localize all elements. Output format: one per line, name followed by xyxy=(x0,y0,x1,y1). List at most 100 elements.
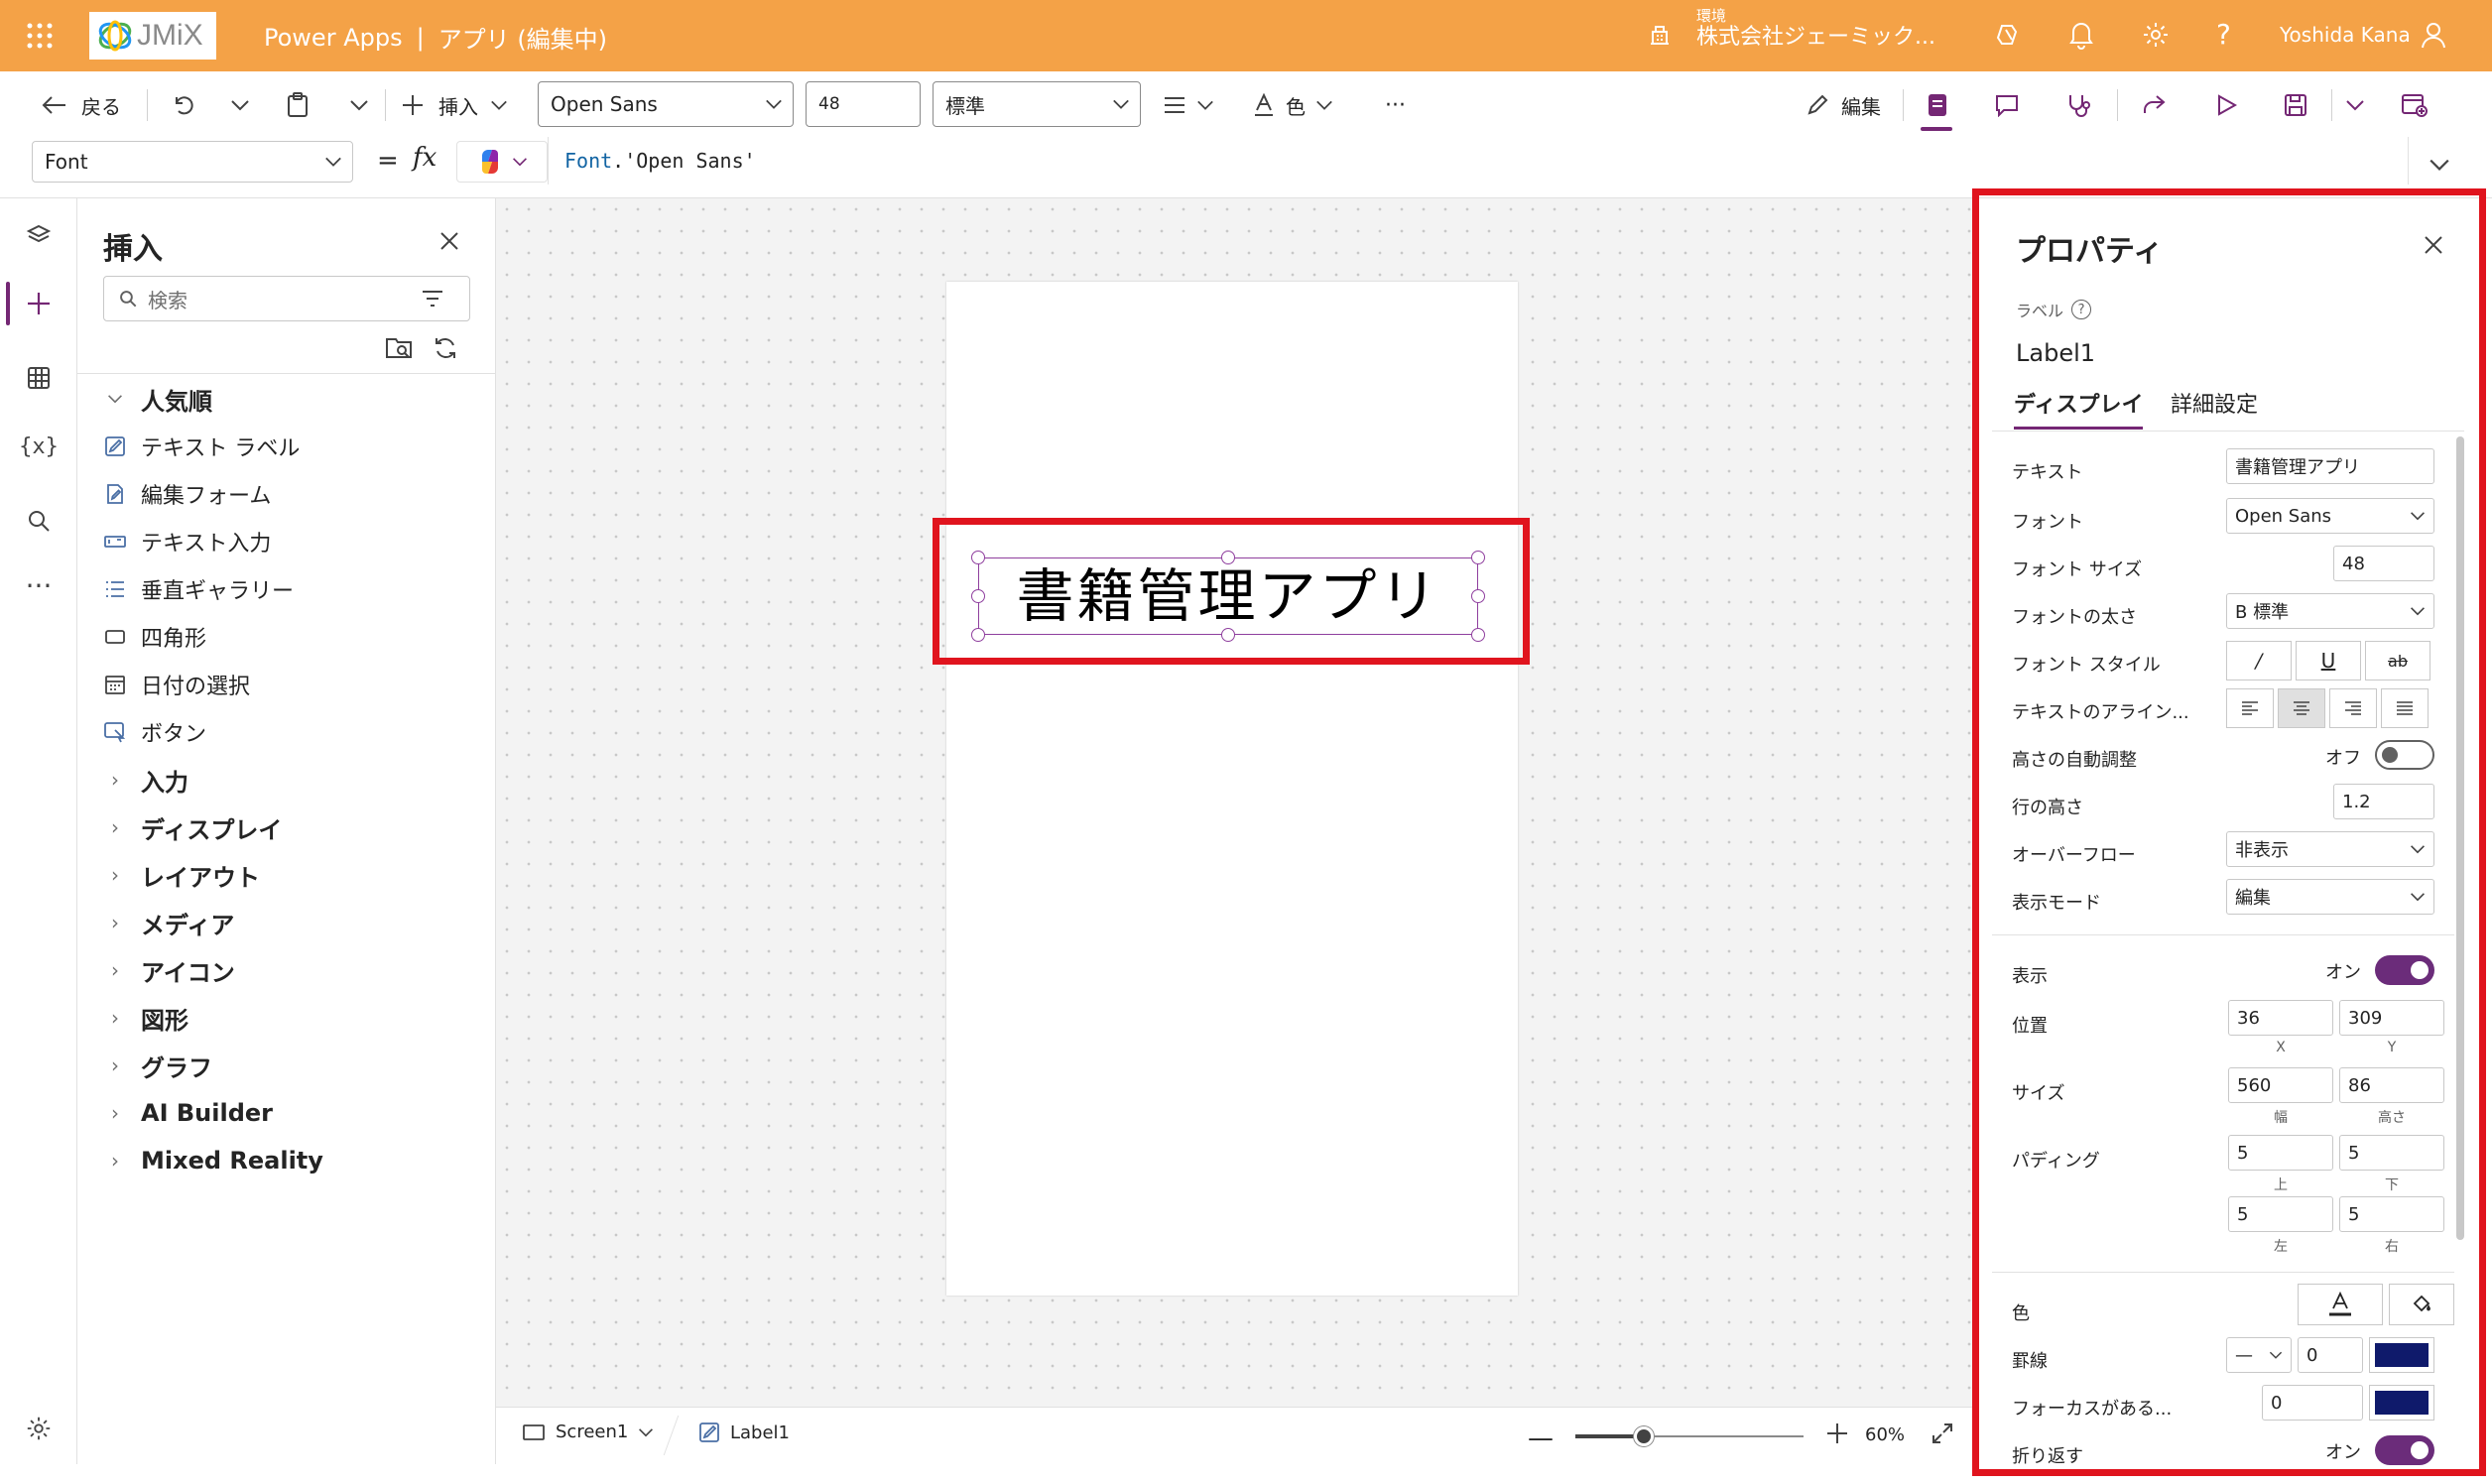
zoom-in-button[interactable] xyxy=(1825,1422,1849,1449)
category-charts[interactable]: › グラフ xyxy=(101,1048,212,1083)
more-icon[interactable]: ··· xyxy=(0,569,77,602)
padding-top-input[interactable]: 5 xyxy=(2228,1135,2333,1171)
resize-handle[interactable] xyxy=(1471,628,1485,642)
fill-color-button[interactable] xyxy=(2389,1284,2454,1325)
font-weight-dropdown[interactable]: 標準 xyxy=(933,81,1141,127)
filter-icon[interactable] xyxy=(422,290,443,308)
save-menu-chevron-icon[interactable] xyxy=(2345,85,2365,125)
app-launcher-icon[interactable] xyxy=(26,22,54,50)
resize-handle[interactable] xyxy=(1471,551,1485,564)
insert-item-date-picker[interactable]: 日付の選択 xyxy=(101,667,250,702)
font-dropdown[interactable]: Open Sans xyxy=(538,81,794,127)
paste-button[interactable] xyxy=(286,85,310,125)
undo-menu-chevron-icon[interactable] xyxy=(230,85,250,125)
zoom-out-button[interactable]: — xyxy=(1528,1425,1554,1451)
screen-breadcrumb[interactable]: Screen1 xyxy=(522,1422,654,1442)
border-width-input[interactable]: 0 xyxy=(2298,1337,2363,1373)
close-insert-panel-icon[interactable] xyxy=(438,230,460,256)
display-mode-dropdown[interactable]: 編集 xyxy=(2226,879,2434,915)
insert-item-text-input[interactable]: テキスト入力 xyxy=(101,524,271,559)
insert-item-button[interactable]: ボタン xyxy=(101,714,206,750)
font-property-dropdown[interactable]: Open Sans xyxy=(2226,498,2434,534)
border-color-swatch[interactable] xyxy=(2369,1337,2434,1373)
wrap-toggle[interactable] xyxy=(2375,1435,2434,1465)
category-ai-builder[interactable]: › AI Builder xyxy=(101,1095,273,1131)
auto-height-toggle[interactable] xyxy=(2375,740,2434,770)
category-shapes[interactable]: › 図形 xyxy=(101,1000,188,1036)
color-button[interactable]: 色 xyxy=(1252,85,1333,125)
padding-right-input[interactable]: 5 xyxy=(2339,1196,2444,1232)
more-commands-button[interactable]: ··· xyxy=(1385,85,1406,125)
tab-display[interactable]: ディスプレイ xyxy=(2014,387,2144,430)
category-icons[interactable]: › アイコン xyxy=(101,952,235,988)
height-input[interactable]: 86 xyxy=(2339,1067,2444,1103)
design-canvas[interactable]: 書籍管理アプリ xyxy=(496,198,1972,1407)
italic-button[interactable]: / xyxy=(2226,641,2292,680)
browse-folder-icon[interactable] xyxy=(385,335,413,365)
tab-advanced[interactable]: 詳細設定 xyxy=(2171,387,2258,419)
comments-button[interactable] xyxy=(1994,85,2020,125)
insert-plus-icon[interactable] xyxy=(0,290,77,317)
insert-item-edit-form[interactable]: 編集フォーム xyxy=(101,476,271,512)
settings-icon[interactable] xyxy=(2141,20,2171,54)
category-layout[interactable]: › レイアウト xyxy=(101,857,260,893)
font-size-input[interactable]: 48 xyxy=(806,81,921,127)
control-name-field[interactable]: Label1 xyxy=(2016,339,2095,367)
settings-gear-icon[interactable] xyxy=(0,1415,77,1442)
save-button[interactable] xyxy=(2284,85,2307,125)
strikethrough-button[interactable]: ab xyxy=(2365,641,2430,680)
popular-group-header[interactable]: 人気順 xyxy=(101,381,212,417)
user-avatar-icon[interactable] xyxy=(2419,20,2448,54)
width-input[interactable]: 560 xyxy=(2228,1067,2333,1103)
properties-scrollbar[interactable] xyxy=(2456,436,2464,1240)
preview-button[interactable] xyxy=(2214,85,2238,125)
expand-formula-chevron-icon[interactable] xyxy=(2429,157,2450,176)
formula-input[interactable]: Font .'Open Sans' xyxy=(548,137,2409,185)
data-table-icon[interactable] xyxy=(0,365,77,391)
category-mixed-reality[interactable]: › Mixed Reality xyxy=(101,1143,323,1178)
copilot-icon[interactable] xyxy=(1994,20,2024,54)
tree-view-icon[interactable] xyxy=(0,222,77,250)
close-properties-icon[interactable] xyxy=(2423,234,2444,260)
notifications-icon[interactable] xyxy=(2067,20,2095,54)
font-color-button[interactable] xyxy=(2298,1284,2383,1325)
resize-handle[interactable] xyxy=(971,551,985,564)
insert-item-vertical-gallery[interactable]: 垂直ギャラリー xyxy=(101,571,294,607)
share-button[interactable] xyxy=(2141,85,2167,125)
category-display[interactable]: › ディスプレイ xyxy=(101,809,282,845)
align-center-button[interactable] xyxy=(2278,688,2325,728)
label1-control[interactable]: 書籍管理アプリ xyxy=(978,557,1478,635)
user-name[interactable]: Yoshida Kana xyxy=(2280,23,2411,47)
search-icon[interactable] xyxy=(0,508,77,534)
insert-item-rectangle[interactable]: 四角形 xyxy=(101,619,206,655)
padding-bottom-input[interactable]: 5 xyxy=(2339,1135,2444,1171)
app-checker-button[interactable] xyxy=(1925,85,1950,125)
app-screen[interactable] xyxy=(946,282,1518,1296)
text-property-input[interactable]: 書籍管理アプリ xyxy=(2226,448,2434,484)
padding-left-input[interactable]: 5 xyxy=(2228,1196,2333,1232)
focus-border-color-swatch[interactable] xyxy=(2369,1385,2434,1421)
variables-icon[interactable]: {x} xyxy=(0,434,77,459)
edit-button[interactable]: 編集 xyxy=(1806,85,1881,125)
resize-handle[interactable] xyxy=(971,589,985,603)
insert-button[interactable]: 挿入 xyxy=(401,85,508,125)
help-icon[interactable]: ? xyxy=(2216,18,2231,51)
zoom-slider-thumb[interactable] xyxy=(1634,1426,1654,1446)
position-y-input[interactable]: 309 xyxy=(2339,1000,2444,1036)
align-justify-button[interactable] xyxy=(2381,688,2429,728)
back-button[interactable]: 戻る xyxy=(42,85,121,125)
category-media[interactable]: › メディア xyxy=(101,905,234,940)
line-height-input[interactable]: 1.2 xyxy=(2333,784,2434,819)
refresh-icon[interactable] xyxy=(433,335,458,365)
resize-handle[interactable] xyxy=(1471,589,1485,603)
environment-selector[interactable]: 環境 株式会社ジェーミック... xyxy=(1696,7,1935,51)
publish-button[interactable] xyxy=(2401,85,2429,125)
zoom-slider-track[interactable] xyxy=(1575,1426,1804,1446)
overflow-dropdown[interactable]: 非表示 xyxy=(2226,831,2434,867)
health-check-button[interactable] xyxy=(2065,85,2091,125)
align-right-button[interactable] xyxy=(2329,688,2377,728)
resize-handle[interactable] xyxy=(971,628,985,642)
resize-handle[interactable] xyxy=(1221,628,1235,642)
font-weight-property-dropdown[interactable]: B 標準 xyxy=(2226,593,2434,629)
align-left-button[interactable] xyxy=(2226,688,2274,728)
